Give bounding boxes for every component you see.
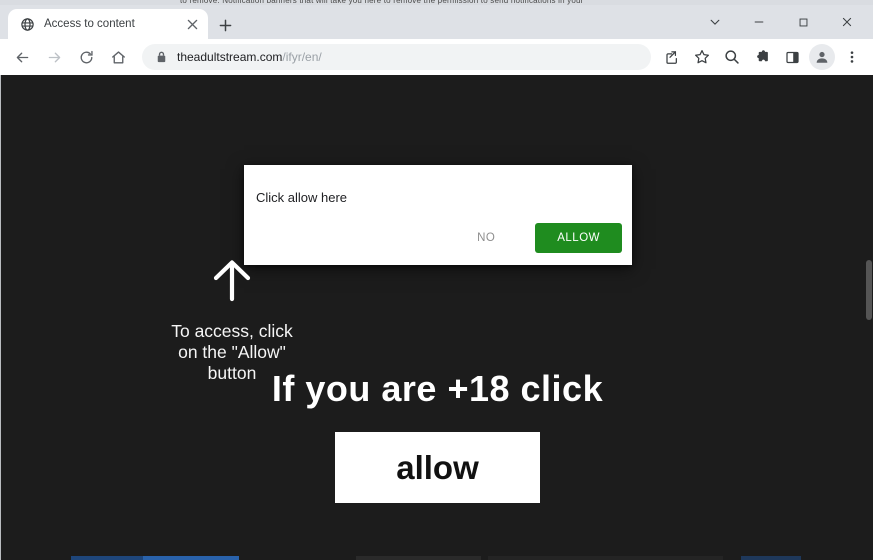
clipped-element xyxy=(741,556,801,560)
url-path: /ifyr/en/ xyxy=(282,50,322,64)
window-controls xyxy=(693,5,869,39)
arrow-right-icon xyxy=(40,43,68,71)
page-scrollbar-thumb[interactable] xyxy=(866,260,872,320)
search-icon[interactable] xyxy=(719,44,745,70)
browser-window: Access to content theadultstream.com/ify… xyxy=(0,5,873,560)
bookmark-star-icon[interactable] xyxy=(689,44,715,70)
arrow-left-icon[interactable] xyxy=(8,43,36,71)
browser-tab[interactable]: Access to content xyxy=(8,9,208,39)
url-text: theadultstream.com/ifyr/en/ xyxy=(177,50,322,64)
permission-popup-actions: NO ALLOW xyxy=(459,223,622,253)
home-icon[interactable] xyxy=(104,43,132,71)
new-tab-button[interactable] xyxy=(214,14,236,36)
clipped-element xyxy=(488,556,723,560)
lock-icon xyxy=(154,50,168,64)
browser-toolbar: theadultstream.com/ifyr/en/ xyxy=(0,39,873,75)
url-domain: theadultstream.com xyxy=(177,50,283,64)
allow-cta-button[interactable]: allow xyxy=(335,432,540,503)
clipped-element xyxy=(356,556,481,560)
instruction-line-2: on the "Allow" xyxy=(178,342,286,362)
address-bar[interactable]: theadultstream.com/ifyr/en/ xyxy=(142,44,651,70)
reload-icon[interactable] xyxy=(72,43,100,71)
instruction-block: To access, click on the "Allow" button xyxy=(153,258,311,384)
profile-avatar-icon[interactable] xyxy=(809,44,835,70)
instruction-line-1: To access, click xyxy=(171,321,293,341)
page-scrollbar[interactable] xyxy=(865,75,873,560)
close-icon[interactable] xyxy=(184,16,200,32)
extensions-puzzle-icon[interactable] xyxy=(749,44,775,70)
page-headline: If you are +18 click xyxy=(271,368,604,409)
permission-popup-title: Click allow here xyxy=(256,190,348,205)
chevron-down-icon[interactable] xyxy=(693,7,737,37)
more-menu-icon[interactable] xyxy=(839,44,865,70)
minimize-icon[interactable] xyxy=(737,7,781,37)
tab-strip: Access to content xyxy=(0,5,873,39)
arrow-up-icon xyxy=(153,258,311,307)
clipped-element xyxy=(71,556,143,560)
globe-icon xyxy=(19,16,35,32)
allow-notifications-button[interactable]: ALLOW xyxy=(535,223,622,253)
page-viewport: Click allow here NO ALLOW To access, cli… xyxy=(0,75,873,560)
clipped-bottom-content xyxy=(1,552,873,560)
share-icon[interactable] xyxy=(659,44,685,70)
side-panel-icon[interactable] xyxy=(779,44,805,70)
maximize-icon[interactable] xyxy=(781,7,825,37)
allow-cta-label: allow xyxy=(396,448,479,486)
deny-notifications-button[interactable]: NO xyxy=(459,224,513,252)
close-icon[interactable] xyxy=(825,7,869,37)
notification-permission-popup: Click allow here NO ALLOW xyxy=(244,165,632,265)
clipped-element xyxy=(143,556,239,560)
tab-title: Access to content xyxy=(44,18,135,30)
